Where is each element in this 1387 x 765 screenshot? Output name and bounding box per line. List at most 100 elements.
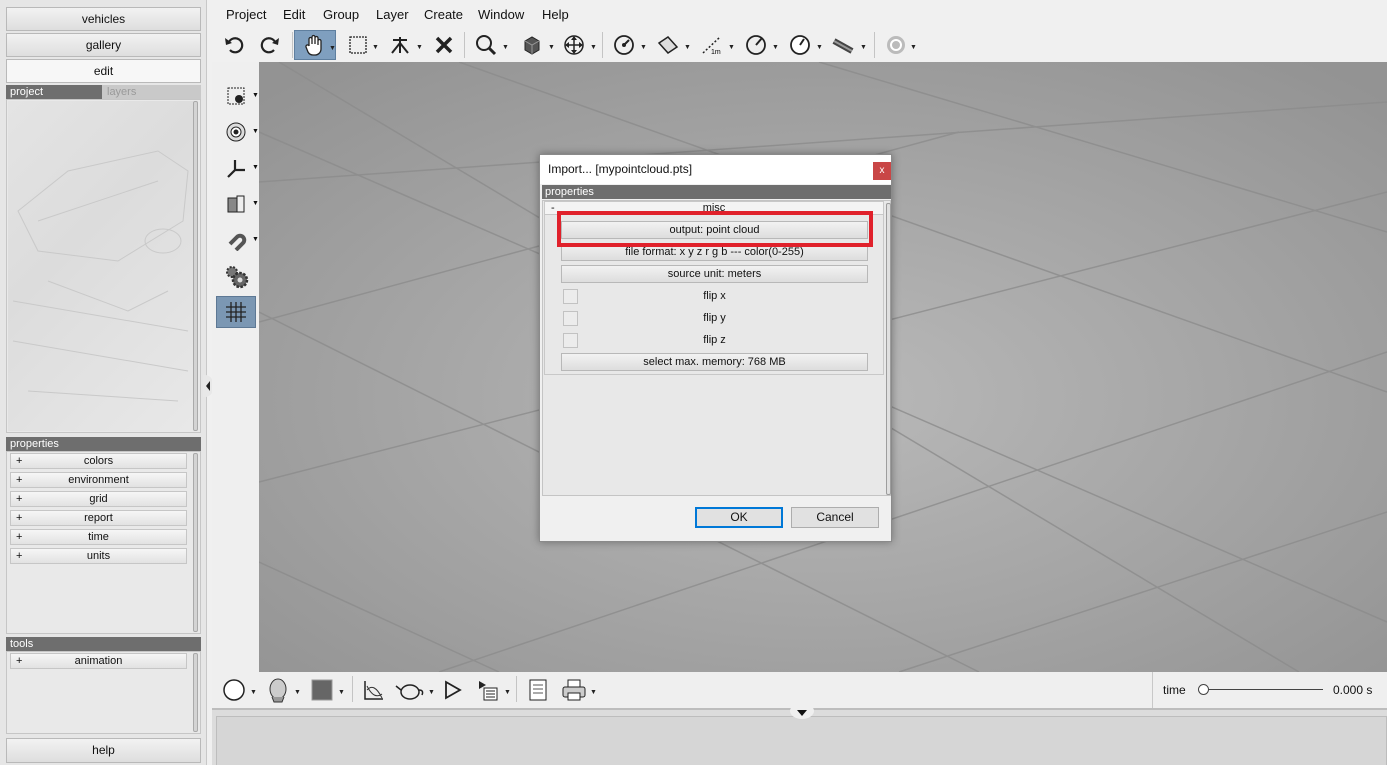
dropdown-arrow-icon[interactable]: ▼: [252, 236, 259, 243]
dropdown-arrow-icon[interactable]: ▼: [548, 44, 555, 51]
dropdown-arrow-icon[interactable]: ▼: [252, 164, 259, 171]
gallery-button[interactable]: gallery: [6, 33, 201, 57]
grid-icon[interactable]: [216, 296, 256, 328]
vehicles-button[interactable]: vehicles: [6, 7, 201, 31]
dropdown-arrow-icon[interactable]: ▼: [252, 92, 259, 99]
menu-window[interactable]: Window: [478, 7, 524, 22]
flip-y-checkbox[interactable]: [563, 311, 578, 326]
document-icon[interactable]: [520, 675, 556, 705]
target-icon[interactable]: ▼: [216, 116, 259, 148]
zoom-icon[interactable]: ▼: [468, 30, 509, 60]
tool-animation[interactable]: + animation: [10, 653, 187, 669]
expand-icon[interactable]: +: [16, 530, 22, 544]
cancel-button[interactable]: Cancel: [791, 507, 879, 528]
property-report[interactable]: + report: [10, 510, 187, 526]
dropdown-arrow-icon[interactable]: ▼: [329, 45, 336, 52]
property-grid[interactable]: + grid: [10, 491, 187, 507]
dropdown-arrow-icon[interactable]: ▼: [416, 44, 423, 51]
chart-icon[interactable]: [356, 675, 392, 705]
menu-group[interactable]: Group: [323, 7, 359, 22]
flip-z-checkbox[interactable]: [563, 333, 578, 348]
source-unit-button[interactable]: source unit: meters: [561, 265, 868, 283]
max-memory-button[interactable]: select max. memory: 768 MB: [561, 353, 868, 371]
playlist-icon[interactable]: ▼: [470, 675, 511, 705]
tab-project[interactable]: project: [6, 85, 102, 99]
flip-x-checkbox[interactable]: [563, 289, 578, 304]
bottom-panel-content: [216, 716, 1387, 765]
head-icon[interactable]: ▼: [260, 675, 301, 705]
expand-icon[interactable]: +: [16, 549, 22, 563]
expand-icon[interactable]: +: [16, 454, 22, 468]
expand-icon[interactable]: +: [16, 511, 22, 525]
dropdown-arrow-icon[interactable]: ▼: [294, 689, 301, 696]
property-colors[interactable]: + colors: [10, 453, 187, 469]
help-icon[interactable]: ▼: [878, 30, 917, 60]
cross-section-icon[interactable]: ▼: [216, 188, 259, 220]
tab-layers[interactable]: layers: [107, 85, 136, 99]
delete-x-icon[interactable]: [426, 30, 462, 60]
pan-hand-icon[interactable]: ▼: [294, 30, 336, 60]
properties-header: properties: [6, 437, 201, 451]
print-icon[interactable]: ▼: [556, 675, 597, 705]
color-swatch-icon[interactable]: ▼: [304, 675, 345, 705]
expand-icon[interactable]: +: [16, 473, 22, 487]
dropdown-arrow-icon[interactable]: ▼: [590, 689, 597, 696]
edit-button[interactable]: edit: [6, 59, 201, 83]
dropdown-arrow-icon[interactable]: ▼: [860, 44, 867, 51]
measure-radius-icon[interactable]: ▼: [738, 30, 779, 60]
dropdown-arrow-icon[interactable]: ▼: [590, 44, 597, 51]
tape-measure-icon[interactable]: ▼: [826, 30, 867, 60]
dropdown-arrow-icon[interactable]: ▼: [252, 128, 259, 135]
help-button[interactable]: help: [6, 738, 201, 763]
time-slider-track[interactable]: [1203, 689, 1323, 690]
redo-icon[interactable]: [252, 30, 288, 60]
dropdown-arrow-icon[interactable]: ▼: [728, 44, 735, 51]
dropdown-arrow-icon[interactable]: ▼: [640, 44, 647, 51]
close-icon[interactable]: x: [873, 162, 891, 180]
undo-icon[interactable]: [216, 30, 252, 60]
menu-layer[interactable]: Layer: [376, 7, 409, 22]
dropdown-arrow-icon[interactable]: ▼: [338, 689, 345, 696]
menu-project[interactable]: Project: [226, 7, 266, 22]
dropdown-arrow-icon[interactable]: ▼: [684, 44, 691, 51]
dropdown-arrow-icon[interactable]: ▼: [910, 44, 917, 51]
dropdown-arrow-icon[interactable]: ▼: [502, 44, 509, 51]
menu-edit[interactable]: Edit: [283, 7, 305, 22]
expand-icon[interactable]: +: [16, 492, 22, 506]
menu-help[interactable]: Help: [542, 7, 569, 22]
tripod-icon[interactable]: ▼: [382, 30, 423, 60]
play-icon[interactable]: [434, 675, 470, 705]
axis-icon[interactable]: ▼: [216, 152, 259, 184]
dropdown-arrow-icon[interactable]: ▼: [250, 689, 257, 696]
project-scrollbar[interactable]: [193, 101, 198, 431]
dropdown-arrow-icon[interactable]: ▼: [772, 44, 779, 51]
dropdown-arrow-icon[interactable]: ▼: [504, 689, 511, 696]
sphere-icon[interactable]: ▼: [216, 675, 257, 705]
add-point-icon[interactable]: ▼: [216, 80, 259, 112]
view-cube-icon[interactable]: ▼: [514, 30, 555, 60]
dropdown-arrow-icon[interactable]: ▼: [816, 44, 823, 51]
measure-angle-icon[interactable]: ▼: [606, 30, 647, 60]
measure-distance-icon[interactable]: 1m ▼: [694, 30, 735, 60]
ok-button[interactable]: OK: [695, 507, 783, 528]
expand-icon[interactable]: +: [16, 654, 22, 668]
collapse-icon[interactable]: -: [551, 202, 555, 214]
dialog-scrollbar[interactable]: [886, 203, 891, 495]
move-icon[interactable]: ▼: [556, 30, 597, 60]
teapot-icon[interactable]: ▼: [392, 675, 435, 705]
magnet-icon[interactable]: ▼: [216, 224, 259, 256]
expand-bottom-panel-icon[interactable]: [790, 703, 814, 720]
menu-create[interactable]: Create: [424, 7, 463, 22]
properties-scrollbar[interactable]: [193, 453, 198, 632]
property-environment[interactable]: + environment: [10, 472, 187, 488]
dropdown-arrow-icon[interactable]: ▼: [372, 44, 379, 51]
property-units[interactable]: + units: [10, 548, 187, 564]
property-time[interactable]: + time: [10, 529, 187, 545]
select-rectangle-icon[interactable]: ▼: [340, 30, 379, 60]
settings-gears-icon[interactable]: [216, 260, 256, 292]
dropdown-arrow-icon[interactable]: ▼: [252, 200, 259, 207]
measure-gauge-icon[interactable]: ▼: [782, 30, 823, 60]
measure-area-icon[interactable]: ▼: [650, 30, 691, 60]
time-slider-thumb[interactable]: [1198, 684, 1209, 695]
tools-scrollbar[interactable]: [193, 653, 198, 732]
